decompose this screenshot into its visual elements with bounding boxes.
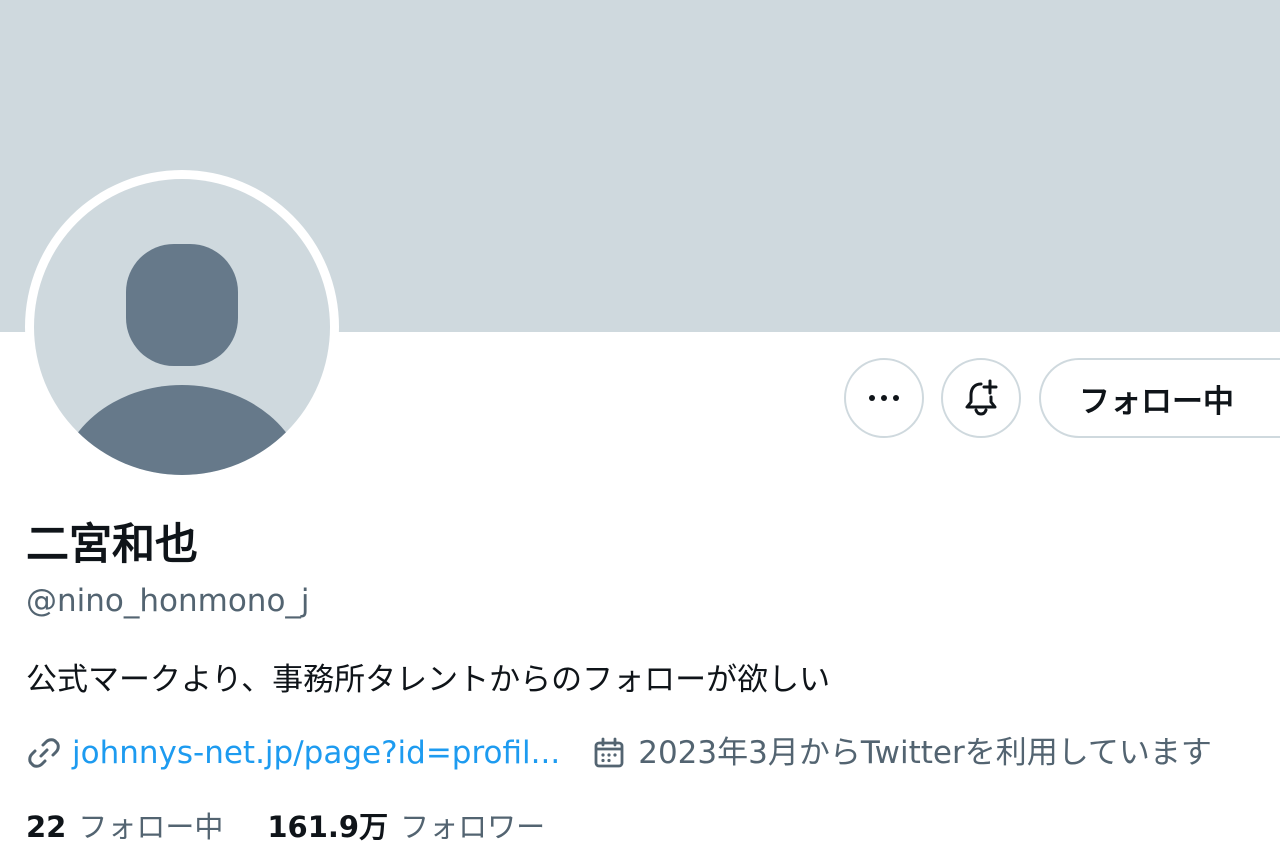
profile-page: フォロー中 二宮和也 @nino_honmono_j 公式マークより、事務所タレ… <box>0 0 1280 854</box>
profile-link[interactable]: johnnys-net.jp/page?id=profil... <box>72 732 560 774</box>
profile-stats: 22 フォロー中 161.9万 フォロワー <box>26 806 545 848</box>
more-button[interactable] <box>844 358 924 438</box>
user-handle: @nino_honmono_j <box>26 583 310 619</box>
joined-date: 2023年3月からTwitterを利用しています <box>638 735 1212 771</box>
calendar-icon <box>592 736 626 770</box>
followers-label: フォロワー <box>400 810 546 844</box>
following-button-label: フォロー中 <box>1079 383 1234 420</box>
bell-plus-icon <box>965 379 998 416</box>
more-horizontal-icon <box>869 395 899 401</box>
default-avatar-icon <box>34 179 330 475</box>
following-button[interactable]: フォロー中 <box>1039 358 1280 438</box>
following-stat[interactable]: 22 フォロー中 <box>26 806 223 848</box>
link-icon <box>26 735 62 771</box>
display-name: 二宮和也 <box>26 520 198 570</box>
following-count: 22 <box>26 810 67 844</box>
followers-stat[interactable]: 161.9万 フォロワー <box>267 806 545 848</box>
notifications-button[interactable] <box>941 358 1021 438</box>
avatar[interactable] <box>25 170 339 484</box>
followers-count: 161.9万 <box>267 810 389 844</box>
following-label: フォロー中 <box>78 810 224 844</box>
profile-bio: 公式マークより、事務所タレントからのフォローが欲しい <box>26 662 831 698</box>
profile-meta: johnnys-net.jp/page?id=profil... 2023年3月… <box>26 732 1212 774</box>
